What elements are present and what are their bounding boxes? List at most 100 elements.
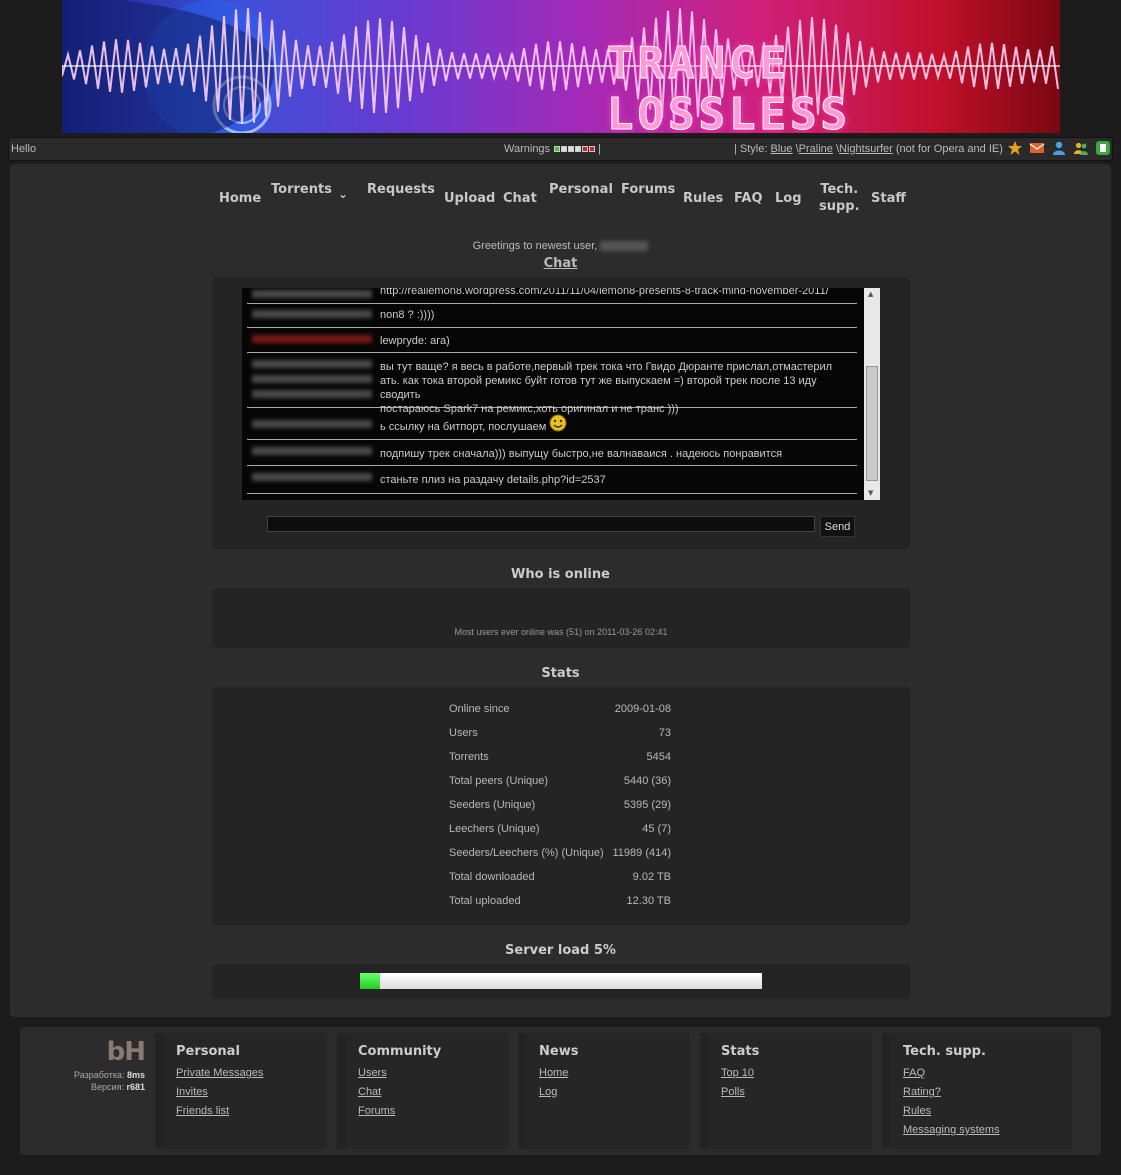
footer-link-rules[interactable]: Rules <box>903 1105 931 1117</box>
footer-link-friends-list[interactable]: Friends list <box>176 1105 229 1117</box>
footer-link-polls[interactable]: Polls <box>721 1086 745 1098</box>
stats-label: Torrents <box>449 751 489 763</box>
who-online-title: Who is online <box>511 567 610 582</box>
nav-log[interactable]: Log <box>775 190 802 207</box>
nav-home[interactable]: Home <box>219 190 261 207</box>
footer-link-rating[interactable]: Rating? <box>903 1086 941 1098</box>
nav-faq[interactable]: FAQ <box>734 190 763 207</box>
footer-column-title: Tech. supp. <box>903 1044 986 1059</box>
stats-title: Stats <box>541 666 580 681</box>
stats-value: 12.30 TB <box>626 895 671 907</box>
scroll-down-icon[interactable]: ▼ <box>868 489 873 497</box>
footer-brand: bH Разработка: 8ms Версия: r681 <box>20 1027 155 1155</box>
stats-value: 5440 (36) <box>623 775 671 787</box>
warning-level-bar <box>575 146 582 153</box>
site-banner[interactable]: TRANCE LOSSLESS <box>62 0 1060 133</box>
stats-label: Seeders/Leechers (%) (Unique) <box>449 847 604 859</box>
mail-icon[interactable] <box>1029 140 1045 156</box>
footer-link-top-10[interactable]: Top 10 <box>721 1067 754 1079</box>
footer-column-title: Community <box>358 1044 442 1059</box>
chat-message-text: http://realiemon8.wordpress.com/2011/11/… <box>380 288 829 297</box>
chat-message-input[interactable] <box>267 516 815 532</box>
stats-label: Leechers (Unique) <box>449 823 540 835</box>
stats-value: 45 (7) <box>642 823 671 835</box>
chat-title-link[interactable]: Chat <box>10 256 1111 271</box>
nav-requests[interactable]: Requests <box>367 181 435 198</box>
stats-row: Torrents 5454 <box>449 751 671 763</box>
server-load-box <box>212 964 910 999</box>
style-switcher: | Style: Blue \Praline \Nightsurfer (not… <box>734 143 1003 155</box>
style-prefix: | Style: <box>734 143 768 155</box>
chat-message-text: подпишу трек сначала))) выпущу быстро,не… <box>380 448 783 460</box>
stats-value: 73 <box>658 727 671 739</box>
nav-torrents[interactable]: Torrents <box>271 181 332 198</box>
stats-label: Users <box>449 727 478 739</box>
chevron-down-icon[interactable]: ⌄ <box>338 186 348 203</box>
chat-scrollbar-thumb[interactable] <box>866 366 878 481</box>
chat-message-text: lewpryde: ага) <box>380 335 450 347</box>
smiley-icon <box>549 414 567 432</box>
chat-message-meta <box>247 288 377 303</box>
scroll-up-icon[interactable]: ▲ <box>868 290 873 298</box>
dev-label: Разработка: <box>73 1070 125 1080</box>
stats-row: Total downloaded 9.02 TB <box>449 871 671 883</box>
footer-link-messaging-systems[interactable]: Messaging systems <box>903 1124 1000 1136</box>
stats-value: 9.02 TB <box>632 871 671 883</box>
style-link-praline[interactable]: Praline <box>799 143 833 155</box>
version-label: Версия: <box>91 1082 124 1092</box>
chat-message-meta <box>247 304 377 327</box>
nav-chat[interactable]: Chat <box>503 190 537 207</box>
version-value: r681 <box>126 1082 145 1092</box>
user-icons <box>1007 140 1111 156</box>
footer-link-invites[interactable]: Invites <box>176 1086 208 1098</box>
footer-link-log[interactable]: Log <box>539 1086 557 1098</box>
warning-level-bar <box>561 146 568 153</box>
send-button[interactable]: Send <box>820 516 855 537</box>
nav-personal[interactable]: Personal <box>549 181 613 198</box>
warnings-indicator: Warnings | <box>504 143 602 155</box>
footer-column-tech-support: Tech. supp. FAQ Rating? Rules Messaging … <box>882 1033 1072 1149</box>
footer-column-news: News Home Log <box>518 1033 690 1149</box>
footer-link-chat[interactable]: Chat <box>358 1086 381 1098</box>
nav-staff[interactable]: Staff <box>871 190 906 207</box>
user-icon[interactable] <box>1051 140 1067 156</box>
rss-icon[interactable] <box>1095 140 1111 156</box>
server-load-fill <box>360 973 381 989</box>
style-link-blue[interactable]: Blue <box>771 143 793 155</box>
footer-column-title: Personal <box>176 1044 240 1059</box>
main-panel: Home Torrents ⌄ Requests Upload Chat Per… <box>10 164 1111 1017</box>
footer-link-home[interactable]: Home <box>539 1067 568 1079</box>
footer-logo: bH <box>106 1037 146 1067</box>
banner-title: TRANCE LOSSLESS <box>607 38 851 134</box>
nav-forums[interactable]: Forums <box>621 181 675 198</box>
stats-value: 2009-01-08 <box>614 703 671 715</box>
footer-link-faq[interactable]: FAQ <box>903 1067 925 1079</box>
site-footer: bH Разработка: 8ms Версия: r681 Personal… <box>20 1027 1101 1155</box>
stats-row: Seeders (Unique) 5395 (29) <box>449 799 671 811</box>
warning-level-bar <box>568 146 575 153</box>
friends-icon[interactable] <box>1073 140 1089 156</box>
chat-message: http://realiemon8.wordpress.com/2011/11/… <box>247 288 857 304</box>
newest-user-name[interactable] <box>600 241 649 252</box>
chat-title[interactable]: Chat <box>544 256 578 271</box>
chat-window[interactable]: http://realiemon8.wordpress.com/2011/11/… <box>242 288 880 500</box>
footer-meta: Разработка: 8ms Версия: r681 <box>74 1069 145 1093</box>
chat-scrollbar[interactable]: ▲ ▼ <box>864 288 880 500</box>
footer-link-forums[interactable]: Forums <box>358 1105 395 1117</box>
nav-tech-support[interactable]: Tech. supp. <box>819 181 860 215</box>
chat-message: ь ссылку на битпорт, послушаем <box>247 409 857 440</box>
star-icon[interactable] <box>1007 140 1023 156</box>
server-load-bar <box>360 973 762 989</box>
footer-link-private-messages[interactable]: Private Messages <box>176 1067 263 1079</box>
main-navigation: Home Torrents ⌄ Requests Upload Chat Per… <box>210 176 910 236</box>
stats-label: Seeders (Unique) <box>449 799 536 811</box>
footer-link-users[interactable]: Users <box>358 1067 387 1079</box>
style-link-nightsurfer[interactable]: Nightsurfer <box>839 143 893 155</box>
chat-box: http://realiemon8.wordpress.com/2011/11/… <box>212 277 910 549</box>
stats-label: Online since <box>449 703 510 715</box>
chat-message: non8 ? :)))) <box>247 304 857 328</box>
nav-rules[interactable]: Rules <box>683 190 723 207</box>
dev-value: 8ms <box>126 1070 145 1080</box>
chat-message-text: вы тут ваще? я весь в работе,первый трек… <box>380 361 833 415</box>
nav-upload[interactable]: Upload <box>444 190 495 207</box>
